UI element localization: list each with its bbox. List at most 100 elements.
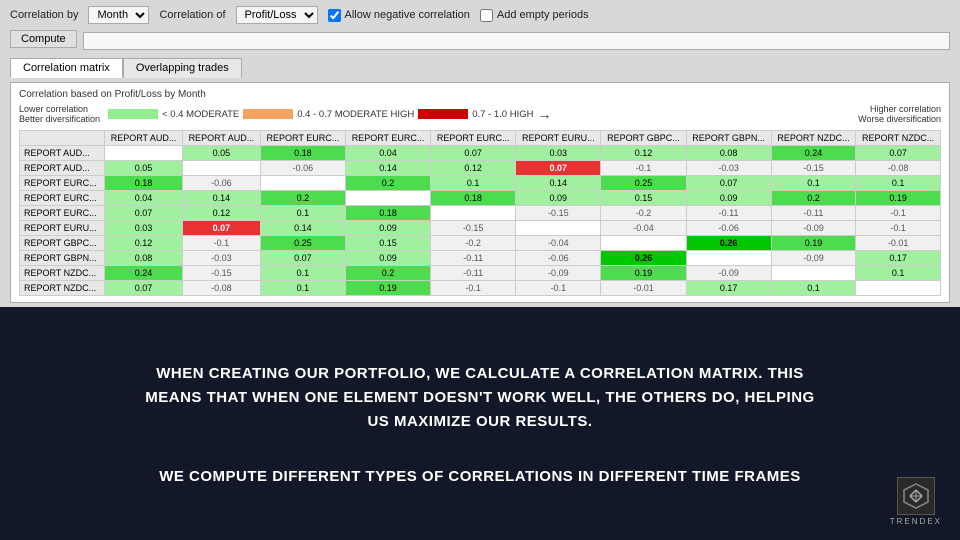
cell-3-4: 0.18 (431, 191, 516, 206)
cell-8-3: 0.2 (345, 266, 430, 281)
cell-0-1: 0.05 (182, 146, 260, 161)
correlation-of-label: Correlation of (159, 9, 225, 21)
cell-1-7: -0.03 (686, 161, 771, 176)
row-header-9: REPORT NZDC... (20, 281, 105, 296)
tab-correlation-matrix[interactable]: Correlation matrix (10, 58, 123, 78)
add-empty-group: Add empty periods (480, 9, 589, 22)
cell-2-9: 0.1 (856, 176, 941, 191)
row-header-8: REPORT NZDC... (20, 266, 105, 281)
cell-5-8: -0.09 (771, 221, 856, 236)
cell-9-9 (856, 281, 941, 296)
table-row: REPORT EURC...0.070.120.10.18-0.15-0.2-0… (20, 206, 941, 221)
cell-4-4 (431, 206, 516, 221)
table-row: REPORT EURC...0.040.140.20.180.090.150.0… (20, 191, 941, 206)
cell-3-2: 0.2 (260, 191, 345, 206)
cell-4-7: -0.11 (686, 206, 771, 221)
sub-text-wrapper: WE COMPUTE DIFFERENT TYPES OF CORRELATIO… (159, 468, 801, 485)
cell-5-6: -0.04 (601, 221, 686, 236)
cell-3-5: 0.09 (516, 191, 601, 206)
cell-0-4: 0.07 (431, 146, 516, 161)
legend-lower: Lower correlation (19, 104, 100, 114)
correlation-info: Correlation based on Profit/Loss by Mont… (19, 89, 941, 100)
legend-items: < 0.4 MODERATE 0.4 - 0.7 MODERATE HIGH 0… (108, 106, 551, 122)
cell-6-5: -0.04 (516, 236, 601, 251)
logo-area: TRENDEX (890, 477, 942, 526)
cell-8-5: -0.09 (516, 266, 601, 281)
logo-text: TRENDEX (890, 517, 942, 526)
cell-4-6: -0.2 (601, 206, 686, 221)
cell-0-3: 0.04 (345, 146, 430, 161)
allow-negative-checkbox[interactable] (328, 9, 341, 22)
legend-high-box (418, 109, 468, 119)
cell-1-2: -0.06 (260, 161, 345, 176)
row-header-0: REPORT AUD... (20, 146, 105, 161)
cell-1-8: -0.15 (771, 161, 856, 176)
cell-2-4: 0.1 (431, 176, 516, 191)
legend: Lower correlation Better diversification… (19, 104, 941, 124)
main-text: WHEN CREATING OUR PORTFOLIO, WE CALCULAT… (145, 362, 814, 434)
cell-8-6: 0.19 (601, 266, 686, 281)
table-row: REPORT EURU...0.030.070.140.09-0.15-0.04… (20, 221, 941, 236)
cell-7-8: -0.09 (771, 251, 856, 266)
col-header-9: REPORT NZDC... (856, 131, 941, 146)
input-bar[interactable] (83, 32, 950, 50)
add-empty-label: Add empty periods (497, 9, 589, 21)
tab-overlapping-trades[interactable]: Overlapping trades (123, 58, 242, 78)
tab-content: Correlation based on Profit/Loss by Mont… (10, 82, 950, 303)
cell-4-1: 0.12 (182, 206, 260, 221)
cell-5-2: 0.14 (260, 221, 345, 236)
col-header-8: REPORT NZDC... (771, 131, 856, 146)
cell-8-2: 0.1 (260, 266, 345, 281)
cell-9-6: -0.01 (601, 281, 686, 296)
cell-8-0: 0.24 (105, 266, 183, 281)
cell-6-4: -0.2 (431, 236, 516, 251)
cell-0-7: 0.08 (686, 146, 771, 161)
compute-button[interactable]: Compute (10, 30, 77, 48)
cell-6-3: 0.15 (345, 236, 430, 251)
cell-7-0: 0.08 (105, 251, 183, 266)
col-header-6: REPORT GBPC... (601, 131, 686, 146)
cell-4-5: -0.15 (516, 206, 601, 221)
correlation-by-label: Correlation by (10, 9, 78, 21)
cell-1-4: 0.12 (431, 161, 516, 176)
cell-9-7: 0.17 (686, 281, 771, 296)
table-row: REPORT AUD...0.050.180.040.070.030.120.0… (20, 146, 941, 161)
correlation-of-select[interactable]: Profit/Loss (236, 6, 318, 24)
cell-7-7 (686, 251, 771, 266)
add-empty-checkbox[interactable] (480, 9, 493, 22)
cell-6-1: -0.1 (182, 236, 260, 251)
allow-negative-label: Allow negative correlation (345, 9, 470, 21)
cell-1-9: -0.08 (856, 161, 941, 176)
cell-9-5: -0.1 (516, 281, 601, 296)
cell-4-9: -0.1 (856, 206, 941, 221)
table-row: REPORT EURC...0.18-0.060.20.10.140.250.0… (20, 176, 941, 191)
cell-3-9: 0.19 (856, 191, 941, 206)
legend-moderate-label: < 0.4 MODERATE (162, 109, 239, 120)
cell-6-7: 0.26 (686, 236, 771, 251)
legend-mod-high-label: 0.4 - 0.7 MODERATE HIGH (297, 109, 414, 120)
cell-3-7: 0.09 (686, 191, 771, 206)
cell-1-0: 0.05 (105, 161, 183, 176)
matrix-container: REPORT AUD... REPORT AUD... REPORT EURC.… (19, 130, 941, 296)
cell-3-1: 0.14 (182, 191, 260, 206)
col-header-7: REPORT GBPN... (686, 131, 771, 146)
col-header-0: REPORT AUD... (105, 131, 183, 146)
cell-6-6 (601, 236, 686, 251)
col-header-3: REPORT EURC... (345, 131, 430, 146)
cell-8-7: -0.09 (686, 266, 771, 281)
col-header-5: REPORT EURU... (516, 131, 601, 146)
cell-0-9: 0.07 (856, 146, 941, 161)
correlation-by-select[interactable]: Month (88, 6, 149, 24)
cell-5-4: -0.15 (431, 221, 516, 236)
row-header-7: REPORT GBPN... (20, 251, 105, 266)
cell-1-1 (182, 161, 260, 176)
cell-5-1: 0.07 (182, 221, 260, 236)
cell-2-7: 0.07 (686, 176, 771, 191)
col-header-1: REPORT AUD... (182, 131, 260, 146)
cell-7-9: 0.17 (856, 251, 941, 266)
cell-8-4: -0.11 (431, 266, 516, 281)
cell-7-1: -0.03 (182, 251, 260, 266)
cell-2-0: 0.18 (105, 176, 183, 191)
cell-2-6: 0.25 (601, 176, 686, 191)
row-header-1: REPORT AUD... (20, 161, 105, 176)
